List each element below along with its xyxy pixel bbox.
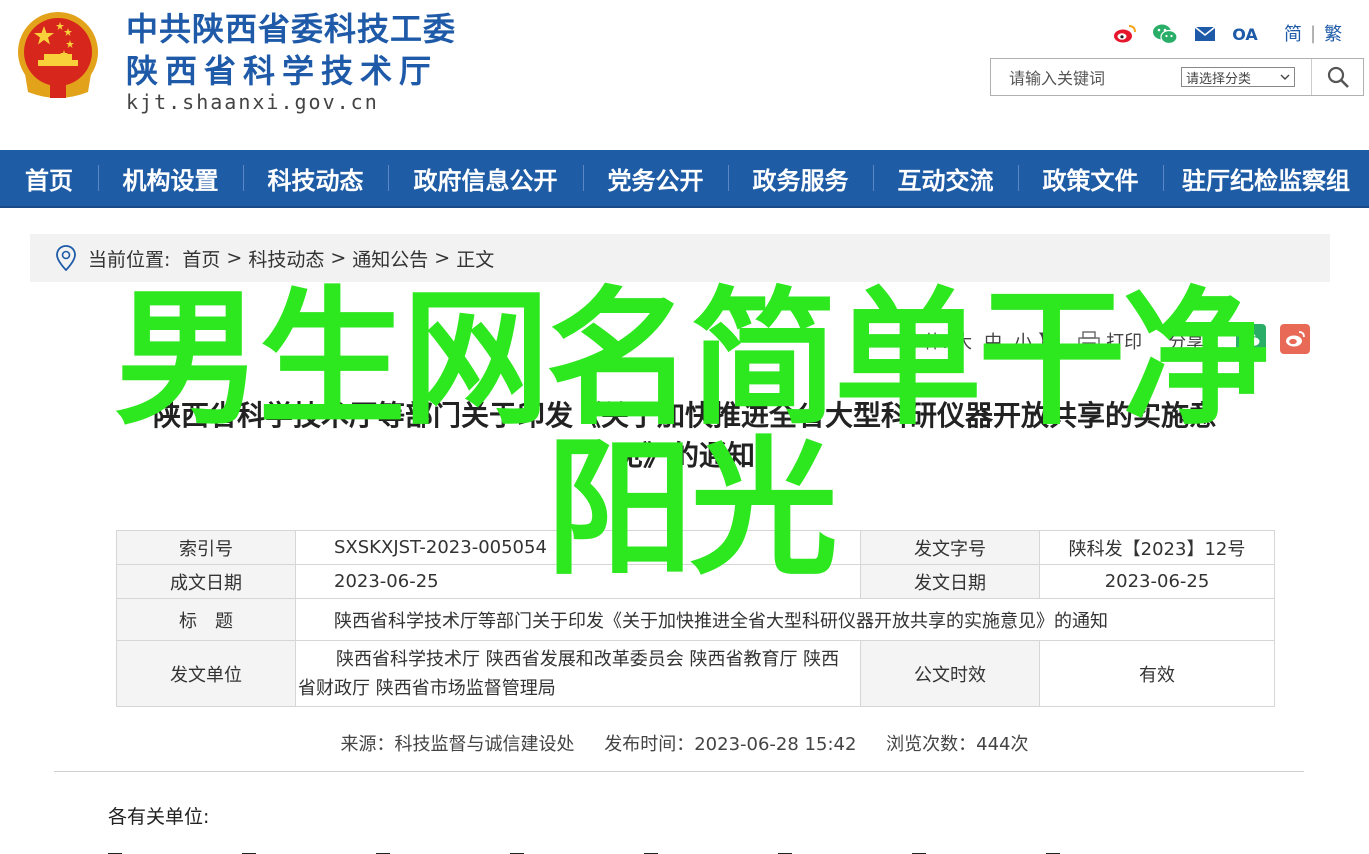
written-date-label: 成文日期 bbox=[116, 564, 296, 599]
nav-item-tech-news[interactable]: 科技动态 bbox=[243, 150, 388, 206]
mail-icon[interactable] bbox=[1192, 22, 1218, 46]
breadcrumb: 当前位置: 首页 > 科技动态 > 通知公告 > 正文 bbox=[30, 234, 1330, 282]
breadcrumb-separator: > bbox=[226, 247, 243, 269]
nav-item-organization[interactable]: 机构设置 bbox=[98, 150, 243, 206]
lang-separator: | bbox=[1310, 22, 1317, 44]
breadcrumb-separator: > bbox=[330, 247, 347, 269]
article-title-line2: 见》的通知 bbox=[614, 439, 755, 472]
font-size-suffix: 】 bbox=[1038, 332, 1057, 353]
document-info-table: 索引号 SXSKXJST-2023-005054 发文字号 陕科发【2023】1… bbox=[116, 530, 1275, 707]
written-date-value: 2023-06-25 bbox=[295, 564, 861, 599]
article-body-cutoff bbox=[108, 842, 1308, 854]
share-weibo-icon[interactable] bbox=[1280, 324, 1310, 354]
doc-number-label: 发文字号 bbox=[860, 530, 1040, 565]
issue-date-label: 发文日期 bbox=[860, 564, 1040, 599]
index-value: SXSKXJST-2023-005054 bbox=[295, 530, 861, 565]
category-select[interactable]: 请选择分类 bbox=[1181, 67, 1295, 87]
breadcrumb-home[interactable]: 首页 bbox=[182, 245, 220, 272]
wechat-icon[interactable] bbox=[1152, 22, 1178, 46]
site-title-line1: 中共陕西省委科技工委 bbox=[126, 10, 457, 48]
nav-item-interaction[interactable]: 互动交流 bbox=[873, 150, 1018, 206]
search-box: 请选择分类 bbox=[990, 58, 1364, 96]
oa-icon[interactable]: OA bbox=[1232, 22, 1258, 46]
font-size-medium[interactable]: 中 bbox=[984, 328, 1002, 354]
validity-label: 公文时效 bbox=[860, 640, 1040, 707]
site-header: 中共陕西省委科技工委 陕西省科学技术厅 kjt.shaanxi.gov.cn O… bbox=[0, 0, 1369, 150]
search-input[interactable] bbox=[999, 64, 1177, 92]
breadcrumb-prefix: 当前位置: bbox=[88, 248, 171, 271]
nav-item-gov-service[interactable]: 政务服务 bbox=[728, 150, 873, 206]
article-publish-time: 发布时间：2023-06-28 15:42 bbox=[604, 734, 857, 755]
issuer-value: 陕西省科学技术厅 陕西省发展和改革委员会 陕西省教育厅 陕西省财政厅 陕西省市场… bbox=[295, 640, 861, 707]
font-size-prefix: 【字体: bbox=[888, 332, 949, 353]
article-tools: 【字体: 大 中 小 】 打印 分享 bbox=[888, 328, 1204, 354]
article-title: 陕西省科学技术厅等部门关于印发《关于加快推进全省大型科研仪器开放共享的实施意 见… bbox=[60, 396, 1310, 476]
search-button[interactable] bbox=[1311, 59, 1364, 95]
print-button[interactable]: 打印 bbox=[1078, 328, 1142, 354]
article-title-line1: 陕西省科学技术厅等部门关于印发《关于加快推进全省大型科研仪器开放共享的实施意 bbox=[152, 399, 1217, 432]
article-source: 来源：科技监督与诚信建设处 bbox=[340, 734, 575, 755]
article-meta: 来源：科技监督与诚信建设处 发布时间：2023-06-28 15:42 浏览次数… bbox=[0, 730, 1369, 756]
font-size-small[interactable]: 小 bbox=[1014, 328, 1032, 354]
nav-item-policy-docs[interactable]: 政策文件 bbox=[1018, 150, 1163, 206]
validity-value: 有效 bbox=[1039, 640, 1275, 707]
divider bbox=[54, 771, 1304, 772]
share-label: 分享 bbox=[1168, 332, 1205, 353]
nav-item-gov-info[interactable]: 政府信息公开 bbox=[388, 150, 583, 206]
article-view-count: 浏览次数：444次 bbox=[886, 734, 1029, 755]
share-wechat-icon[interactable] bbox=[1236, 324, 1266, 354]
national-emblem-icon bbox=[18, 12, 98, 98]
doc-number-value: 陕科发【2023】12号 bbox=[1039, 530, 1275, 565]
language-switch: 简 | 繁 bbox=[1284, 20, 1342, 46]
breadcrumb-separator: > bbox=[434, 247, 451, 269]
breadcrumb-current: 正文 bbox=[456, 248, 495, 271]
nav-item-discipline-group[interactable]: 驻厅纪检监察组 bbox=[1163, 150, 1369, 206]
nav-item-home[interactable]: 首页 bbox=[0, 150, 98, 206]
location-pin-icon bbox=[56, 245, 78, 271]
print-label: 打印 bbox=[1106, 332, 1143, 353]
weibo-icon[interactable] bbox=[1112, 22, 1138, 46]
font-size-large[interactable]: 大 bbox=[954, 328, 972, 354]
printer-icon bbox=[1078, 331, 1100, 351]
site-domain: kjt.shaanxi.gov.cn bbox=[126, 90, 379, 114]
breadcrumb-notices[interactable]: 通知公告 bbox=[352, 245, 428, 272]
share-icons bbox=[1236, 324, 1310, 354]
lang-traditional-link[interactable]: 繁 bbox=[1324, 20, 1342, 46]
site-title-line2: 陕西省科学技术厅 bbox=[126, 52, 439, 90]
issuer-label: 发文单位 bbox=[116, 640, 296, 707]
breadcrumb-tech-news[interactable]: 科技动态 bbox=[248, 245, 324, 272]
nav-item-party-affairs[interactable]: 党务公开 bbox=[583, 150, 728, 206]
index-label: 索引号 bbox=[116, 530, 296, 565]
category-select-label: 请选择分类 bbox=[1186, 71, 1252, 87]
lang-simplified-link[interactable]: 简 bbox=[1284, 20, 1302, 46]
chevron-down-icon bbox=[1280, 74, 1290, 80]
issue-date-value: 2023-06-25 bbox=[1039, 564, 1275, 599]
social-icons: OA bbox=[1112, 20, 1258, 48]
article-salutation: 各有关单位: bbox=[108, 806, 210, 828]
search-icon bbox=[1327, 66, 1349, 88]
main-nav: 首页 机构设置 科技动态 政府信息公开 党务公开 政务服务 互动交流 政策文件 … bbox=[0, 150, 1369, 208]
subject-value: 陕西省科学技术厅等部门关于印发《关于加快推进全省大型科研仪器开放共享的实施意见》… bbox=[295, 598, 1275, 641]
subject-label: 标 题 bbox=[116, 598, 296, 641]
